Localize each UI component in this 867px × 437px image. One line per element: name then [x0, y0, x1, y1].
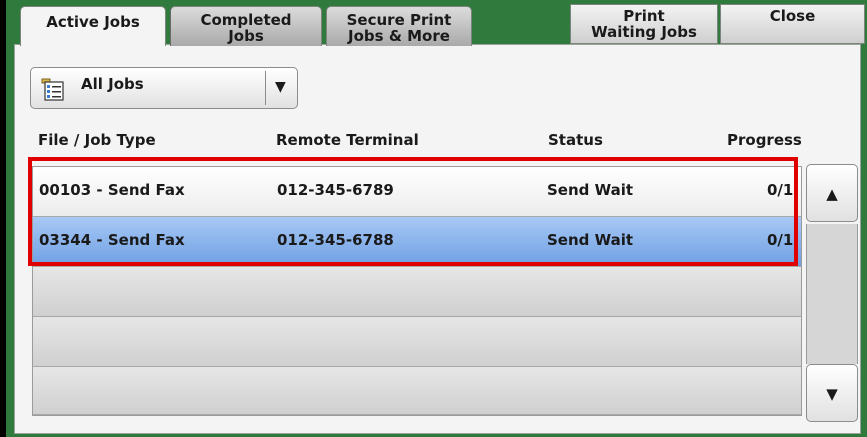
tab-active-jobs[interactable]: Active Jobs [20, 6, 166, 46]
button-label-line1: Print [623, 7, 665, 25]
arrow-down-icon: ▼ [826, 385, 838, 403]
column-header-status[interactable]: Status [548, 131, 603, 149]
empty-row [33, 317, 801, 367]
column-header-progress[interactable]: Progress [727, 131, 802, 149]
tab-label-line2: Jobs [228, 27, 264, 45]
scroll-down-button[interactable]: ▼ [806, 364, 858, 422]
tab-completed-jobs[interactable]: Completed Jobs [170, 6, 322, 46]
dropdown-divider [265, 71, 266, 105]
button-label: Close [769, 7, 816, 25]
scroll-track[interactable] [806, 224, 858, 364]
tab-label: Active Jobs [46, 13, 140, 31]
tab-secure-print[interactable]: Secure Print Jobs & More [326, 6, 472, 46]
empty-row [33, 367, 801, 415]
empty-row [33, 267, 801, 317]
job-filter-dropdown[interactable]: All Jobs ▼ [30, 67, 298, 109]
close-button[interactable]: Close [720, 4, 865, 44]
job-list-icon [41, 78, 64, 101]
chevron-down-icon: ▼ [275, 79, 286, 95]
dropdown-selected-value: All Jobs [81, 75, 144, 93]
arrow-up-icon: ▲ [826, 185, 838, 203]
column-header-file-job-type[interactable]: File / Job Type [38, 131, 156, 149]
scroll-up-button[interactable]: ▲ [806, 164, 858, 222]
highlight-box [28, 157, 798, 266]
tab-label-line1: Secure Print [346, 11, 452, 29]
button-label-line2: Waiting Jobs [591, 23, 697, 41]
tab-label-line1: Completed [200, 11, 292, 29]
tab-label-line2: Jobs & More [348, 27, 450, 45]
print-waiting-jobs-button[interactable]: Print Waiting Jobs [570, 4, 718, 44]
column-header-remote-terminal[interactable]: Remote Terminal [276, 131, 419, 149]
